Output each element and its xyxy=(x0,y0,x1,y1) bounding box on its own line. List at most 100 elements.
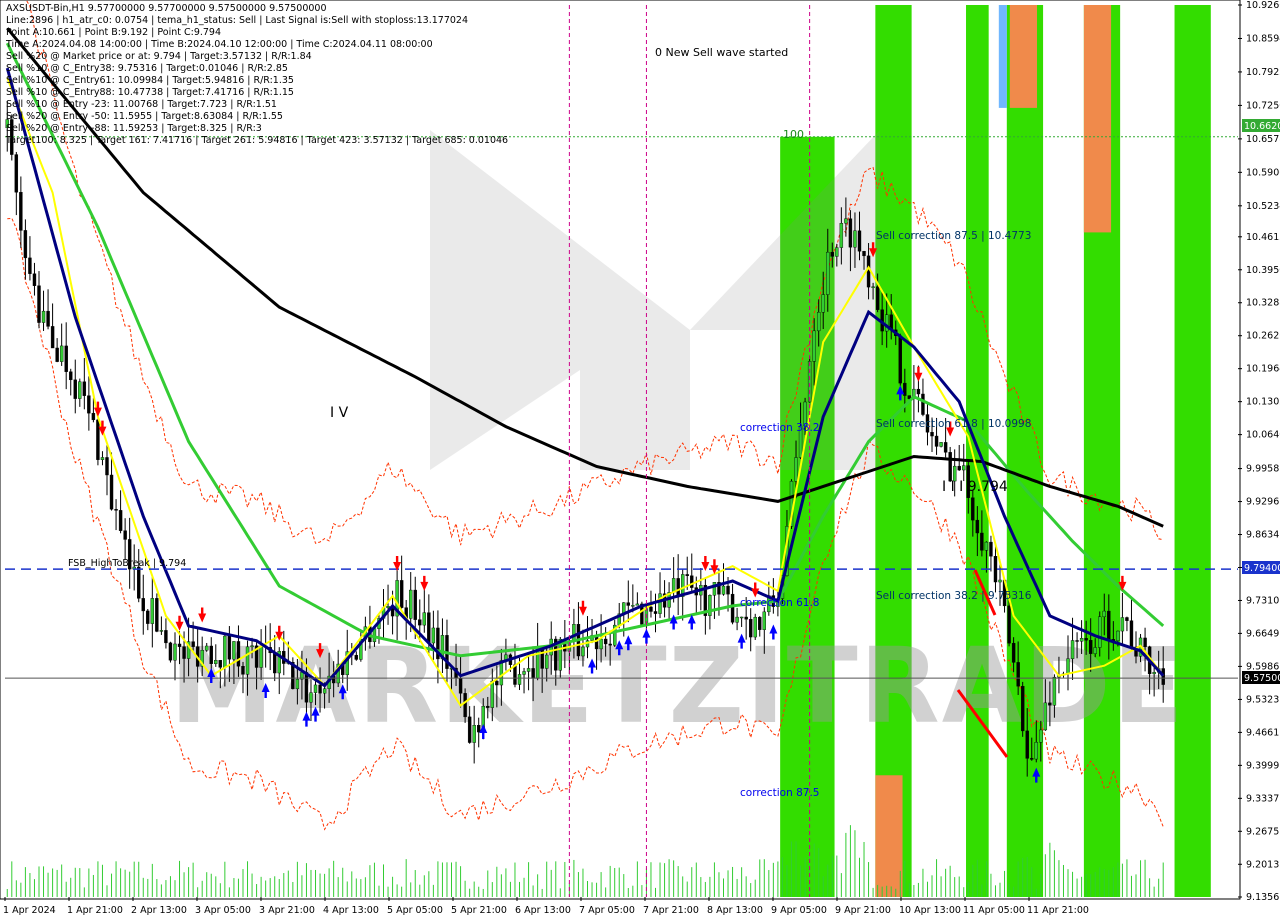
candle-body xyxy=(177,643,182,647)
header-line: Sell %10 @ C_Entry88: 10.47738 | Target:… xyxy=(6,87,294,98)
x-tick-label: 2 Apr 13:00 xyxy=(131,905,187,916)
header-line: Sell %20 @ Entry -88: 11.59253 | Target:… xyxy=(6,123,262,134)
candle-body xyxy=(1030,758,1034,760)
candle-body xyxy=(73,379,77,399)
candle-body xyxy=(304,672,309,703)
candle-body xyxy=(50,326,55,349)
sell-arrow-icon xyxy=(578,600,587,616)
candle-body xyxy=(531,668,535,679)
candle-body xyxy=(1079,638,1084,642)
candle-body xyxy=(812,330,816,362)
candle-body xyxy=(545,654,549,669)
wave-iv-label: I V xyxy=(330,405,349,421)
candle-body xyxy=(409,589,413,619)
candle-body xyxy=(223,635,227,668)
y-tick-label: 10.5234 xyxy=(1246,201,1280,212)
candle-body xyxy=(472,725,476,743)
y-tick-label: 9.6649 xyxy=(1246,628,1279,639)
candle-body xyxy=(218,660,223,668)
candle-body xyxy=(930,432,934,437)
candle-body xyxy=(236,641,241,667)
candle-body xyxy=(386,606,390,609)
candle-body xyxy=(758,616,762,630)
candle-body xyxy=(19,192,23,231)
wave-iii-label: I I I 9.794 xyxy=(942,479,1008,495)
y-tick-label: 10.1302 xyxy=(1246,397,1280,408)
y-tick-label: 9.1356 xyxy=(1246,892,1279,903)
candle-body xyxy=(191,641,195,647)
x-tick-label: 9 Apr 21:00 xyxy=(835,905,891,916)
sell-correction-618-label: Sell correction 61.8 | 10.0998 xyxy=(876,418,1031,430)
candle-body xyxy=(1102,610,1106,618)
candle-body xyxy=(1098,616,1102,648)
candle-body xyxy=(14,154,19,193)
y-tick-label: 10.2626 xyxy=(1246,331,1280,342)
candle-body xyxy=(898,335,902,384)
x-tick-label: 8 Apr 13:00 xyxy=(707,905,763,916)
candle-body xyxy=(962,465,966,471)
candle-body xyxy=(182,646,186,659)
candle-body xyxy=(603,638,608,645)
candle-body xyxy=(59,345,64,362)
y-tick-label: 10.8594 xyxy=(1246,33,1280,44)
candle-body xyxy=(1075,640,1079,642)
header-line: Sell %20 @ Entry -50: 11.5955 | Target:8… xyxy=(6,111,283,122)
x-tick-label: 10 Apr 13:00 xyxy=(899,905,961,916)
candle-body xyxy=(318,684,322,694)
time-axis: 1 Apr 2024 1 Apr 21:00 2 Apr 13:00 3 Apr 05… xyxy=(3,897,1089,916)
candle-body xyxy=(313,684,318,693)
candle-body xyxy=(1048,702,1052,706)
orange-zone xyxy=(1083,5,1112,233)
candle-body xyxy=(431,627,436,644)
candle-body xyxy=(1093,647,1097,654)
candle-body xyxy=(109,474,114,510)
candle-body xyxy=(921,393,925,415)
orange-zone xyxy=(875,775,903,897)
price-chart[interactable]: MARKETZITRADE 0 New Sell wave started 10… xyxy=(0,0,1280,920)
sell-arrow-icon xyxy=(751,582,760,598)
candle-body xyxy=(495,680,499,686)
candle-body xyxy=(1120,617,1125,632)
sell-arrow-icon xyxy=(420,575,429,591)
x-tick-label: 11 Apr 21:00 xyxy=(1027,905,1089,916)
candle-body xyxy=(735,616,739,623)
candle-body xyxy=(522,671,526,675)
x-tick-label: 1 Apr 21:00 xyxy=(67,905,123,916)
green-zone xyxy=(1006,5,1044,897)
y-tick-label: 9.8634 xyxy=(1246,530,1279,541)
watermark-logo xyxy=(430,130,690,470)
y-tick-label: 10.1964 xyxy=(1246,364,1280,375)
x-tick-label: 4 Apr 13:00 xyxy=(323,905,379,916)
candle-body xyxy=(114,509,118,511)
candle-body xyxy=(413,589,417,620)
candle-body xyxy=(55,347,59,362)
candle-body xyxy=(739,616,744,619)
candle-body xyxy=(245,646,250,675)
candle-body xyxy=(1143,637,1147,648)
header-line: Sell %20 @ Market price or at: 9.794 | T… xyxy=(6,51,312,62)
correction-618-label: correction 61.8 xyxy=(740,597,819,609)
candle-body xyxy=(295,679,300,690)
candle-body xyxy=(599,638,603,650)
candle-body xyxy=(1034,742,1038,760)
candle-body xyxy=(762,611,766,630)
orange-zone xyxy=(1009,5,1038,108)
current-price-box-label: 9.57500 xyxy=(1244,673,1280,684)
candle-body xyxy=(626,602,630,606)
candle-body xyxy=(984,541,989,551)
candle-body xyxy=(794,457,798,482)
candle-body xyxy=(513,664,517,685)
y-tick-label: 10.7922 xyxy=(1246,67,1280,78)
candle-body xyxy=(748,618,753,638)
candle-body xyxy=(1052,676,1057,706)
candle-body xyxy=(273,652,277,674)
candle-body xyxy=(998,579,1002,583)
candle-body xyxy=(1129,620,1134,648)
candle-body xyxy=(753,616,757,638)
blue-zone xyxy=(998,5,1007,108)
candle-body xyxy=(214,660,218,664)
y-tick-label: 10.4612 xyxy=(1246,232,1280,243)
candle-body xyxy=(164,630,168,644)
x-tick-label: 3 Apr 05:00 xyxy=(195,905,251,916)
candle-body xyxy=(46,310,50,327)
